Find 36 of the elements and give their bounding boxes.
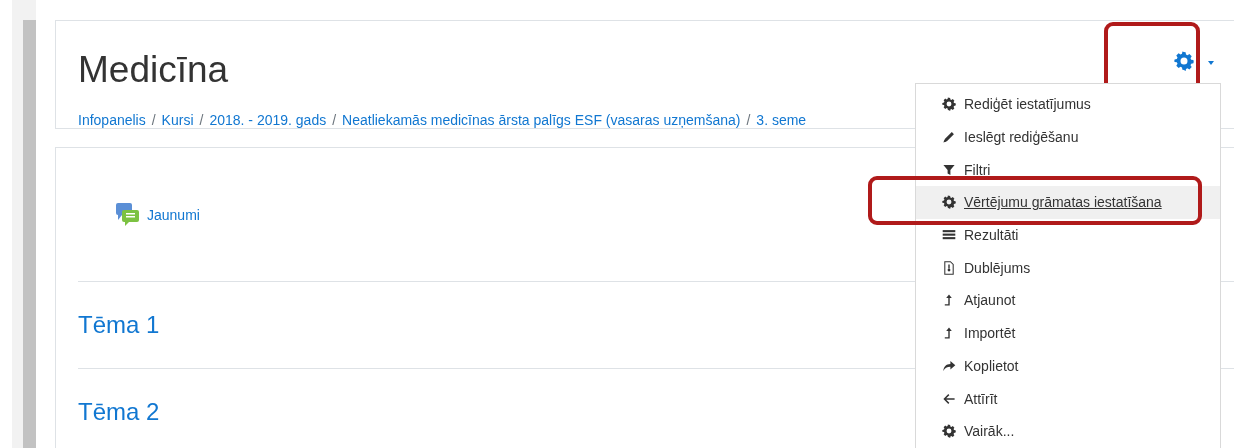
menu-item[interactable]: Koplietot <box>916 349 1220 383</box>
menu-item[interactable]: Vērtējumu grāmatas iestatīšana <box>916 186 1220 219</box>
breadcrumb-link[interactable]: Neatliekamās medicīnas ārsta palīgs ESF (vasaras uzņemšana) <box>342 112 741 128</box>
menu-item[interactable]: Dublējums <box>916 251 1220 285</box>
share-arrow-icon <box>942 358 956 373</box>
pencil-icon <box>942 130 956 145</box>
menu-item[interactable]: Rezultāti <box>916 218 1220 252</box>
breadcrumb-separator: / <box>332 112 337 128</box>
file-icon <box>942 260 956 275</box>
menu-item[interactable]: Importēt <box>916 316 1220 350</box>
breadcrumb-separator: / <box>199 112 204 128</box>
menu-item[interactable]: Rediģēt iestatījumus <box>916 88 1220 121</box>
section-title-link[interactable]: Tēma 2 <box>78 398 160 426</box>
menu-item[interactable]: Filtri <box>916 153 1220 187</box>
left-arrow-icon <box>942 391 956 406</box>
caret-icon[interactable] <box>1208 61 1214 65</box>
filter-icon <box>942 162 956 177</box>
breadcrumb-link[interactable]: 3. seme <box>756 112 807 128</box>
news-forum-link[interactable]: Jaunumi <box>147 206 200 223</box>
section-title-link[interactable]: Tēma 1 <box>78 311 160 339</box>
breadcrumb-link[interactable]: Infopanelis <box>78 112 146 128</box>
forum-icon <box>115 201 141 228</box>
scrollbar[interactable] <box>23 20 36 448</box>
course-title: Medicīna <box>78 48 229 92</box>
menu-item[interactable]: Atjaunot <box>916 284 1220 317</box>
gear-icon <box>942 424 956 439</box>
breadcrumb-separator: / <box>151 112 156 128</box>
breadcrumb-link[interactable]: 2018. - 2019. gads <box>209 112 327 128</box>
breadcrumb-link[interactable]: Kursi <box>161 112 194 128</box>
menu-item[interactable]: Ieslēgt rediģēšanu <box>916 120 1220 154</box>
gear-icon <box>942 97 956 112</box>
menu-item[interactable]: Vairāk... <box>916 414 1220 448</box>
settings-icon[interactable] <box>1174 51 1194 71</box>
menu-item[interactable]: Attīrīt <box>916 382 1220 415</box>
breadcrumb-separator: / <box>746 112 751 128</box>
gear-icon <box>942 195 956 210</box>
